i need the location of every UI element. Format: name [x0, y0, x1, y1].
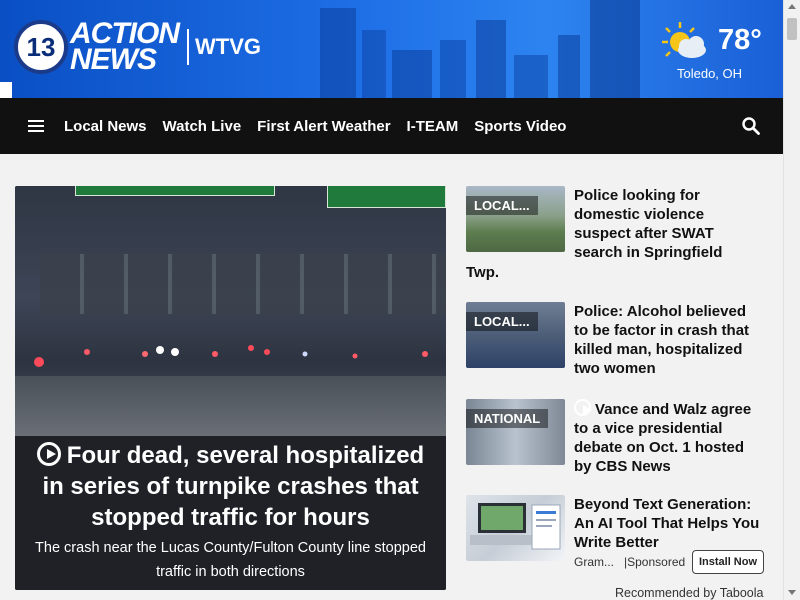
road-sign: [75, 186, 275, 196]
menu-icon[interactable]: [28, 120, 44, 132]
sponsored-item[interactable]: Beyond Text Generation: An AI Tool That …: [466, 495, 766, 580]
nav-links: Local News Watch Live First Alert Weathe…: [64, 118, 582, 135]
category-tag: LOCAL...: [466, 312, 538, 331]
sponsored-meta: Gram... |Sponsored Install Now: [574, 550, 764, 574]
hero-subtitle: The crash near the Lucas County/Fulton C…: [35, 540, 426, 580]
sponsored-headline[interactable]: Beyond Text Generation: An AI Tool That …: [574, 495, 764, 552]
story-headline-continued[interactable]: Twp.: [466, 264, 499, 281]
partly-sunny-icon: [662, 22, 706, 58]
nav-item-first-alert-weather[interactable]: First Alert Weather: [257, 118, 390, 135]
logo-wordmark: ACTION NEWS: [70, 19, 180, 76]
hero-headline-text: Four dead, several hospitalized in serie…: [42, 442, 425, 531]
category-tag: LOCAL...: [466, 196, 538, 215]
logo-divider: [187, 29, 189, 65]
story-thumbnail[interactable]: LOCAL...: [466, 186, 565, 252]
story-thumbnail[interactable]: LOCAL...: [466, 302, 565, 368]
nav-item-sports-video[interactable]: Sports Video: [474, 118, 566, 135]
toll-booth: [40, 254, 446, 314]
list-item[interactable]: NATIONAL Vance and Walz agree to a vice …: [466, 399, 766, 479]
weather-widget[interactable]: 78° Toledo, OH: [660, 20, 770, 84]
nav-item-watch-live[interactable]: Watch Live: [163, 118, 242, 135]
hero-story[interactable]: Four dead, several hospitalized in serie…: [15, 186, 446, 590]
taboola-attribution[interactable]: Recommended by Taboola: [615, 586, 763, 600]
weather-location: Toledo, OH: [677, 66, 743, 81]
sponsored-label: |Sponsored: [624, 555, 686, 569]
station-logo[interactable]: 13 ACTION NEWS WTVG: [14, 19, 261, 76]
sponsored-thumbnail[interactable]: [466, 495, 565, 561]
story-headline[interactable]: Police: Alcohol believed to be factor in…: [574, 302, 764, 378]
nav-item-i-team[interactable]: I-TEAM: [407, 118, 459, 135]
search-icon[interactable]: [742, 117, 760, 135]
nav-item-local-news[interactable]: Local News: [64, 118, 147, 135]
story-headline[interactable]: Vance and Walz agree to a vice president…: [574, 399, 764, 476]
play-video-icon: [574, 399, 592, 416]
logo-word-news: NEWS: [70, 43, 157, 76]
logo-number: 13: [14, 20, 68, 74]
highway-road: [15, 376, 446, 436]
laptop-image: [470, 503, 561, 550]
install-now-button[interactable]: Install Now: [692, 550, 764, 574]
list-item[interactable]: LOCAL... Police: Alcohol believed to be …: [466, 302, 766, 382]
play-video-icon: [36, 442, 61, 466]
main-nav: Local News Watch Live First Alert Weathe…: [0, 98, 783, 154]
call-sign: WTVG: [195, 34, 261, 59]
city-skyline-image: [320, 0, 640, 98]
header-banner: 13 ACTION NEWS WTVG 78° Toledo, OH: [0, 0, 783, 98]
road-sign: [327, 186, 446, 208]
weather-temperature: 78°: [718, 24, 762, 56]
list-item[interactable]: LOCAL... Police looking for domestic vio…: [466, 186, 766, 286]
story-headline[interactable]: Police looking for domestic violence sus…: [574, 186, 764, 262]
scroll-down-arrow-icon[interactable]: [788, 590, 796, 595]
page-scrollbar[interactable]: [783, 0, 800, 600]
scroll-up-arrow-icon[interactable]: [788, 4, 796, 9]
sponsor-source[interactable]: Gram...: [574, 555, 614, 569]
story-thumbnail[interactable]: NATIONAL: [466, 399, 565, 465]
scroll-thumb[interactable]: [787, 18, 797, 40]
hero-headline[interactable]: Four dead, several hospitalized in serie…: [25, 440, 436, 533]
traffic-lights: [34, 345, 428, 367]
story-headline-text: Vance and Walz agree to a vice president…: [574, 401, 752, 475]
banner-edge: [0, 82, 12, 98]
category-tag: NATIONAL: [466, 409, 549, 428]
